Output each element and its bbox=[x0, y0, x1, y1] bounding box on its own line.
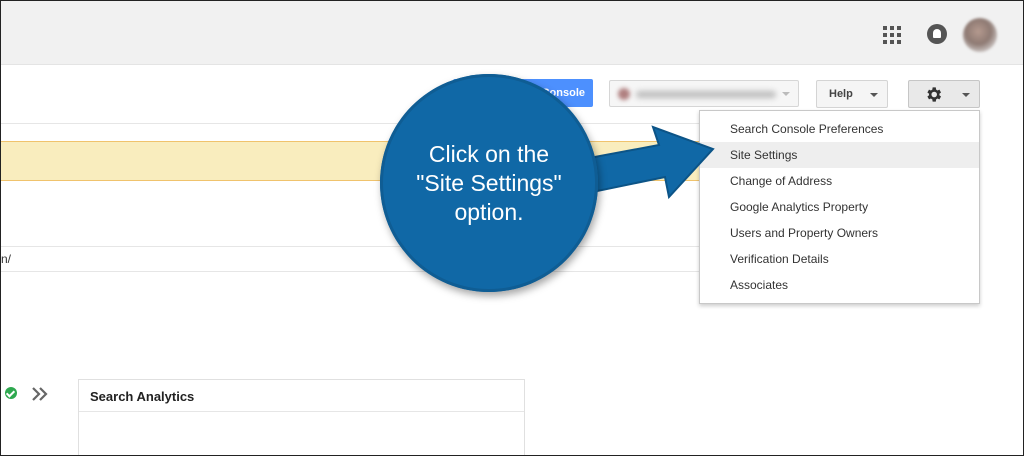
menu-item-search-console-preferences[interactable]: Search Console Preferences bbox=[700, 116, 979, 142]
help-button[interactable]: Help bbox=[816, 80, 888, 108]
callout-line: "Site Settings" bbox=[416, 169, 562, 196]
gear-icon bbox=[927, 87, 942, 102]
menu-item-associates[interactable]: Associates bbox=[700, 272, 979, 298]
bell-icon[interactable] bbox=[927, 24, 947, 44]
check-circle-icon bbox=[5, 387, 17, 399]
divider bbox=[1, 246, 699, 247]
menu-item-users-and-property-owners[interactable]: Users and Property Owners bbox=[700, 220, 979, 246]
divider bbox=[1, 271, 699, 272]
menu-item-change-of-address[interactable]: Change of Address bbox=[700, 168, 979, 194]
callout-bubble: Click on the "Site Settings" option. bbox=[380, 74, 598, 292]
settings-dropdown-menu: Search Console Preferences Site Settings… bbox=[699, 110, 980, 304]
site-url-fragment: n/ bbox=[1, 252, 12, 266]
menu-item-site-settings[interactable]: Site Settings bbox=[700, 142, 979, 168]
menu-item-verification-details[interactable]: Verification Details bbox=[700, 246, 979, 272]
screenshot-frame: Console Help n/ Search Analytics Search … bbox=[0, 0, 1024, 456]
callout-line: option. bbox=[454, 198, 524, 225]
apps-grid-icon[interactable] bbox=[883, 26, 901, 44]
property-select[interactable] bbox=[609, 80, 799, 107]
google-top-bar bbox=[1, 1, 1023, 65]
chevron-down-icon bbox=[870, 93, 878, 97]
search-analytics-card: Search Analytics bbox=[78, 379, 525, 455]
expand-button[interactable] bbox=[25, 380, 55, 410]
chevron-down-icon bbox=[782, 92, 790, 96]
menu-item-google-analytics-property[interactable]: Google Analytics Property bbox=[700, 194, 979, 220]
settings-button[interactable] bbox=[908, 80, 980, 108]
callout-line: Click on the bbox=[428, 140, 550, 167]
card-title: Search Analytics bbox=[90, 389, 195, 404]
chevron-down-icon bbox=[962, 93, 970, 97]
avatar[interactable] bbox=[963, 18, 997, 52]
double-chevron-right-icon bbox=[32, 387, 48, 401]
site-favicon-icon bbox=[618, 88, 630, 100]
property-name-redacted bbox=[636, 91, 776, 98]
divider bbox=[79, 411, 524, 412]
help-button-label: Help bbox=[829, 88, 853, 100]
